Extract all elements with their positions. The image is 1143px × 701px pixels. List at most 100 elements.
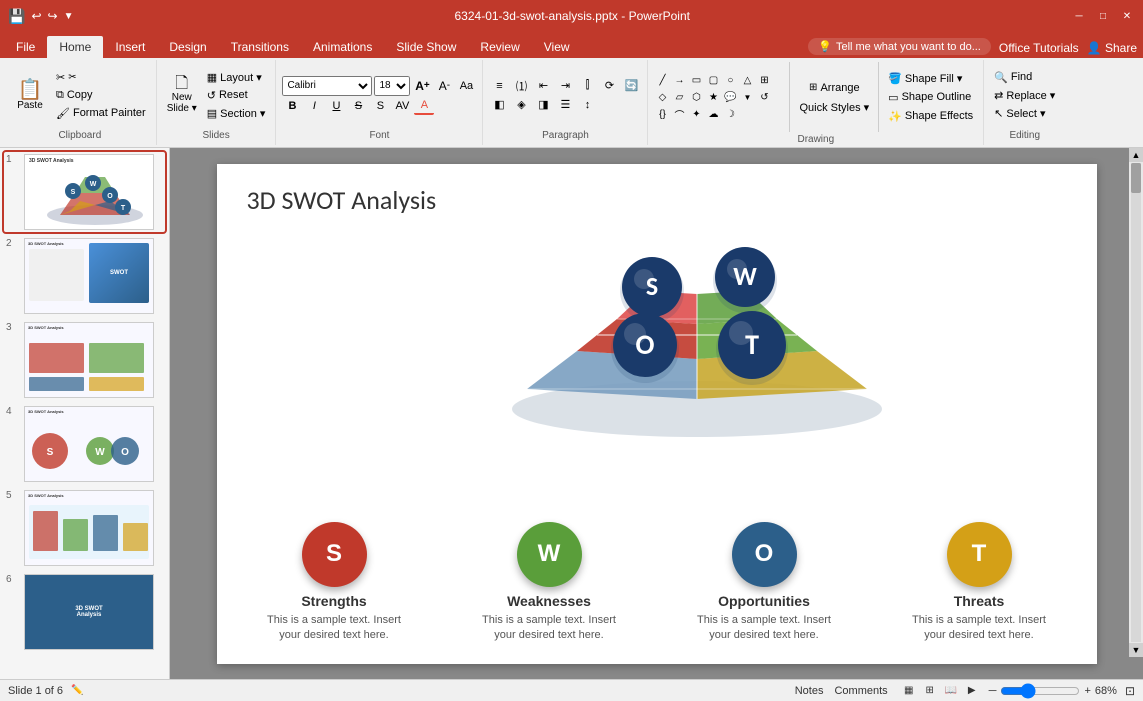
slide-sorter-button[interactable]: ⊞ bbox=[921, 682, 939, 700]
replace-button[interactable]: ⇄ Replace ▾ bbox=[990, 87, 1059, 104]
tab-design[interactable]: Design bbox=[157, 36, 218, 58]
align-right-button[interactable]: ◨ bbox=[533, 96, 553, 114]
share-button[interactable]: 👤 Share bbox=[1087, 41, 1137, 55]
shape-effects-button[interactable]: ✨ Shape Effects bbox=[884, 108, 977, 125]
quick-styles-button[interactable]: Quick Styles ▾ bbox=[795, 99, 873, 116]
center-button[interactable]: ◈ bbox=[511, 96, 531, 114]
select-button[interactable]: ↖ Select ▾ bbox=[990, 105, 1049, 122]
new-slide-button[interactable]: 🗋 New Slide ▾ bbox=[163, 74, 201, 116]
tab-animations[interactable]: Animations bbox=[301, 36, 384, 58]
slide-thumb-2[interactable]: 2 3D SWOT Analysis SWOT bbox=[4, 236, 165, 316]
slide-thumb-3[interactable]: 3 3D SWOT Analysis bbox=[4, 320, 165, 400]
slide-thumb-1[interactable]: 1 3D SWOT Analysis S W O T bbox=[4, 152, 165, 232]
font-increase-button[interactable]: A+ bbox=[412, 77, 432, 95]
tab-slideshow[interactable]: Slide Show bbox=[384, 36, 468, 58]
office-tutorials-link[interactable]: Office Tutorials bbox=[999, 41, 1079, 55]
arrange-button[interactable]: ⊞ Arrange bbox=[795, 79, 873, 97]
font-color-button[interactable]: A bbox=[414, 97, 434, 115]
font-size-select[interactable]: 18 bbox=[374, 76, 410, 96]
section-button[interactable]: ▤ Section ▾ bbox=[203, 105, 270, 122]
normal-view-button[interactable]: ▦ bbox=[900, 682, 918, 700]
justify-button[interactable]: ☰ bbox=[555, 96, 575, 114]
tab-insert[interactable]: Insert bbox=[103, 36, 157, 58]
font-name-select[interactable]: Calibri bbox=[282, 76, 372, 96]
line-spacing-button[interactable]: ↕ bbox=[577, 96, 597, 114]
paste-button[interactable]: 📋 Paste bbox=[10, 78, 50, 113]
rect-shape[interactable]: ▭ bbox=[688, 72, 704, 88]
scroll-thumb[interactable] bbox=[1131, 163, 1141, 193]
close-button[interactable]: ✕ bbox=[1119, 8, 1135, 24]
line-shape[interactable]: ╱ bbox=[654, 72, 670, 88]
find-button[interactable]: 🔍 Find bbox=[990, 69, 1036, 86]
italic-button[interactable]: I bbox=[304, 97, 324, 115]
scroll-down-button[interactable]: ▼ bbox=[1129, 643, 1143, 657]
zoom-slider[interactable] bbox=[1000, 685, 1080, 697]
notes-button[interactable]: Notes bbox=[791, 685, 828, 697]
text-shadow-button[interactable]: S bbox=[370, 97, 390, 115]
numbered-list-button[interactable]: ⑴ bbox=[511, 77, 531, 95]
rounded-rect-shape[interactable]: ▢ bbox=[705, 72, 721, 88]
align-left-button[interactable]: ◧ bbox=[489, 96, 509, 114]
bold-button[interactable]: B bbox=[282, 97, 302, 115]
slide-thumb-6[interactable]: 6 3D SWOTAnalysis bbox=[4, 572, 165, 652]
shape-fill-button[interactable]: 🪣 Shape Fill ▾ bbox=[884, 70, 977, 87]
zoom-out-button[interactable]: ─ bbox=[989, 685, 997, 697]
comments-button[interactable]: Comments bbox=[830, 685, 891, 697]
plus-shape[interactable]: ✦ bbox=[688, 106, 704, 122]
scroll-up-button[interactable]: ▲ bbox=[1129, 148, 1143, 162]
callout-shape[interactable]: 💬 bbox=[722, 89, 738, 105]
reset-button[interactable]: ↺ Reset bbox=[203, 87, 270, 104]
shapes-expand[interactable]: ▼ bbox=[739, 89, 755, 105]
star-shape[interactable]: ★ bbox=[705, 89, 721, 105]
underline-button[interactable]: U bbox=[326, 97, 346, 115]
char-spacing-button[interactable]: AV bbox=[392, 97, 412, 115]
fit-slide-button[interactable]: ⊡ bbox=[1125, 684, 1135, 698]
layout-button[interactable]: ▦ Layout ▾ bbox=[203, 69, 270, 86]
triangle-shape[interactable]: △ bbox=[739, 72, 755, 88]
quick-access-customize[interactable]: ▼ bbox=[64, 11, 74, 22]
undo-icon[interactable]: ↩ bbox=[31, 9, 41, 23]
font-decrease-button[interactable]: A- bbox=[434, 77, 454, 95]
reading-view-button[interactable]: 📖 bbox=[942, 682, 960, 700]
brace-shape[interactable]: ⌒ bbox=[671, 106, 687, 122]
copy-button[interactable]: ⧉ Copy bbox=[52, 87, 150, 104]
tab-view[interactable]: View bbox=[532, 36, 582, 58]
format-painter-button[interactable]: 🖌 Format Painter bbox=[52, 105, 150, 122]
curved-arrow[interactable]: ↺ bbox=[756, 89, 772, 105]
cloud-shape[interactable]: ☁ bbox=[705, 106, 721, 122]
shape-outline-button[interactable]: ▭ Shape Outline bbox=[884, 89, 977, 106]
increase-indent-button[interactable]: ⇥ bbox=[555, 77, 575, 95]
clear-format-button[interactable]: Aa bbox=[456, 77, 476, 95]
strikethrough-button[interactable]: S bbox=[348, 97, 368, 115]
slide-canvas[interactable]: 3D SWOT Analysis bbox=[217, 164, 1097, 664]
tell-me-box[interactable]: 💡 Tell me what you want to do... bbox=[808, 38, 991, 55]
notes-edit-icon[interactable]: ✏️ bbox=[71, 685, 83, 696]
arrow-shape[interactable]: → bbox=[671, 72, 687, 88]
columns-button[interactable]: ⫿ bbox=[577, 77, 597, 95]
swot-items-row: S Strengths This is a sample text. Inser… bbox=[227, 522, 1087, 644]
circle-shape[interactable]: ○ bbox=[722, 72, 738, 88]
zoom-in-button[interactable]: + bbox=[1084, 685, 1090, 697]
text-direction-button[interactable]: ⟳ bbox=[599, 77, 619, 95]
save-icon[interactable]: 💾 bbox=[8, 8, 25, 25]
moon-shape[interactable]: ☽ bbox=[722, 106, 738, 122]
minimize-button[interactable]: ─ bbox=[1071, 8, 1087, 24]
bracket-shape[interactable]: {} bbox=[654, 106, 670, 122]
bullets-button[interactable]: ≡ bbox=[489, 77, 509, 95]
parallelogram-shape[interactable]: ▱ bbox=[671, 89, 687, 105]
tab-home[interactable]: Home bbox=[47, 36, 103, 58]
decrease-indent-button[interactable]: ⇤ bbox=[533, 77, 553, 95]
tab-review[interactable]: Review bbox=[468, 36, 531, 58]
more-shapes[interactable]: ⊞ bbox=[756, 72, 772, 88]
diamond-shape[interactable]: ◇ bbox=[654, 89, 670, 105]
slideshow-button[interactable]: ▶ bbox=[963, 682, 981, 700]
smart-convert-button[interactable]: 🔄 bbox=[621, 77, 641, 95]
tab-transitions[interactable]: Transitions bbox=[219, 36, 301, 58]
cut-button[interactable]: ✂ ✂ bbox=[52, 69, 150, 86]
tab-file[interactable]: File bbox=[4, 36, 47, 58]
hexagon-shape[interactable]: ⬡ bbox=[688, 89, 704, 105]
redo-icon[interactable]: ↪ bbox=[48, 9, 58, 23]
restore-button[interactable]: □ bbox=[1095, 8, 1111, 24]
slide-thumb-4[interactable]: 4 3D SWOT Analysis S W O bbox=[4, 404, 165, 484]
slide-thumb-5[interactable]: 5 3D SWOT Analysis bbox=[4, 488, 165, 568]
